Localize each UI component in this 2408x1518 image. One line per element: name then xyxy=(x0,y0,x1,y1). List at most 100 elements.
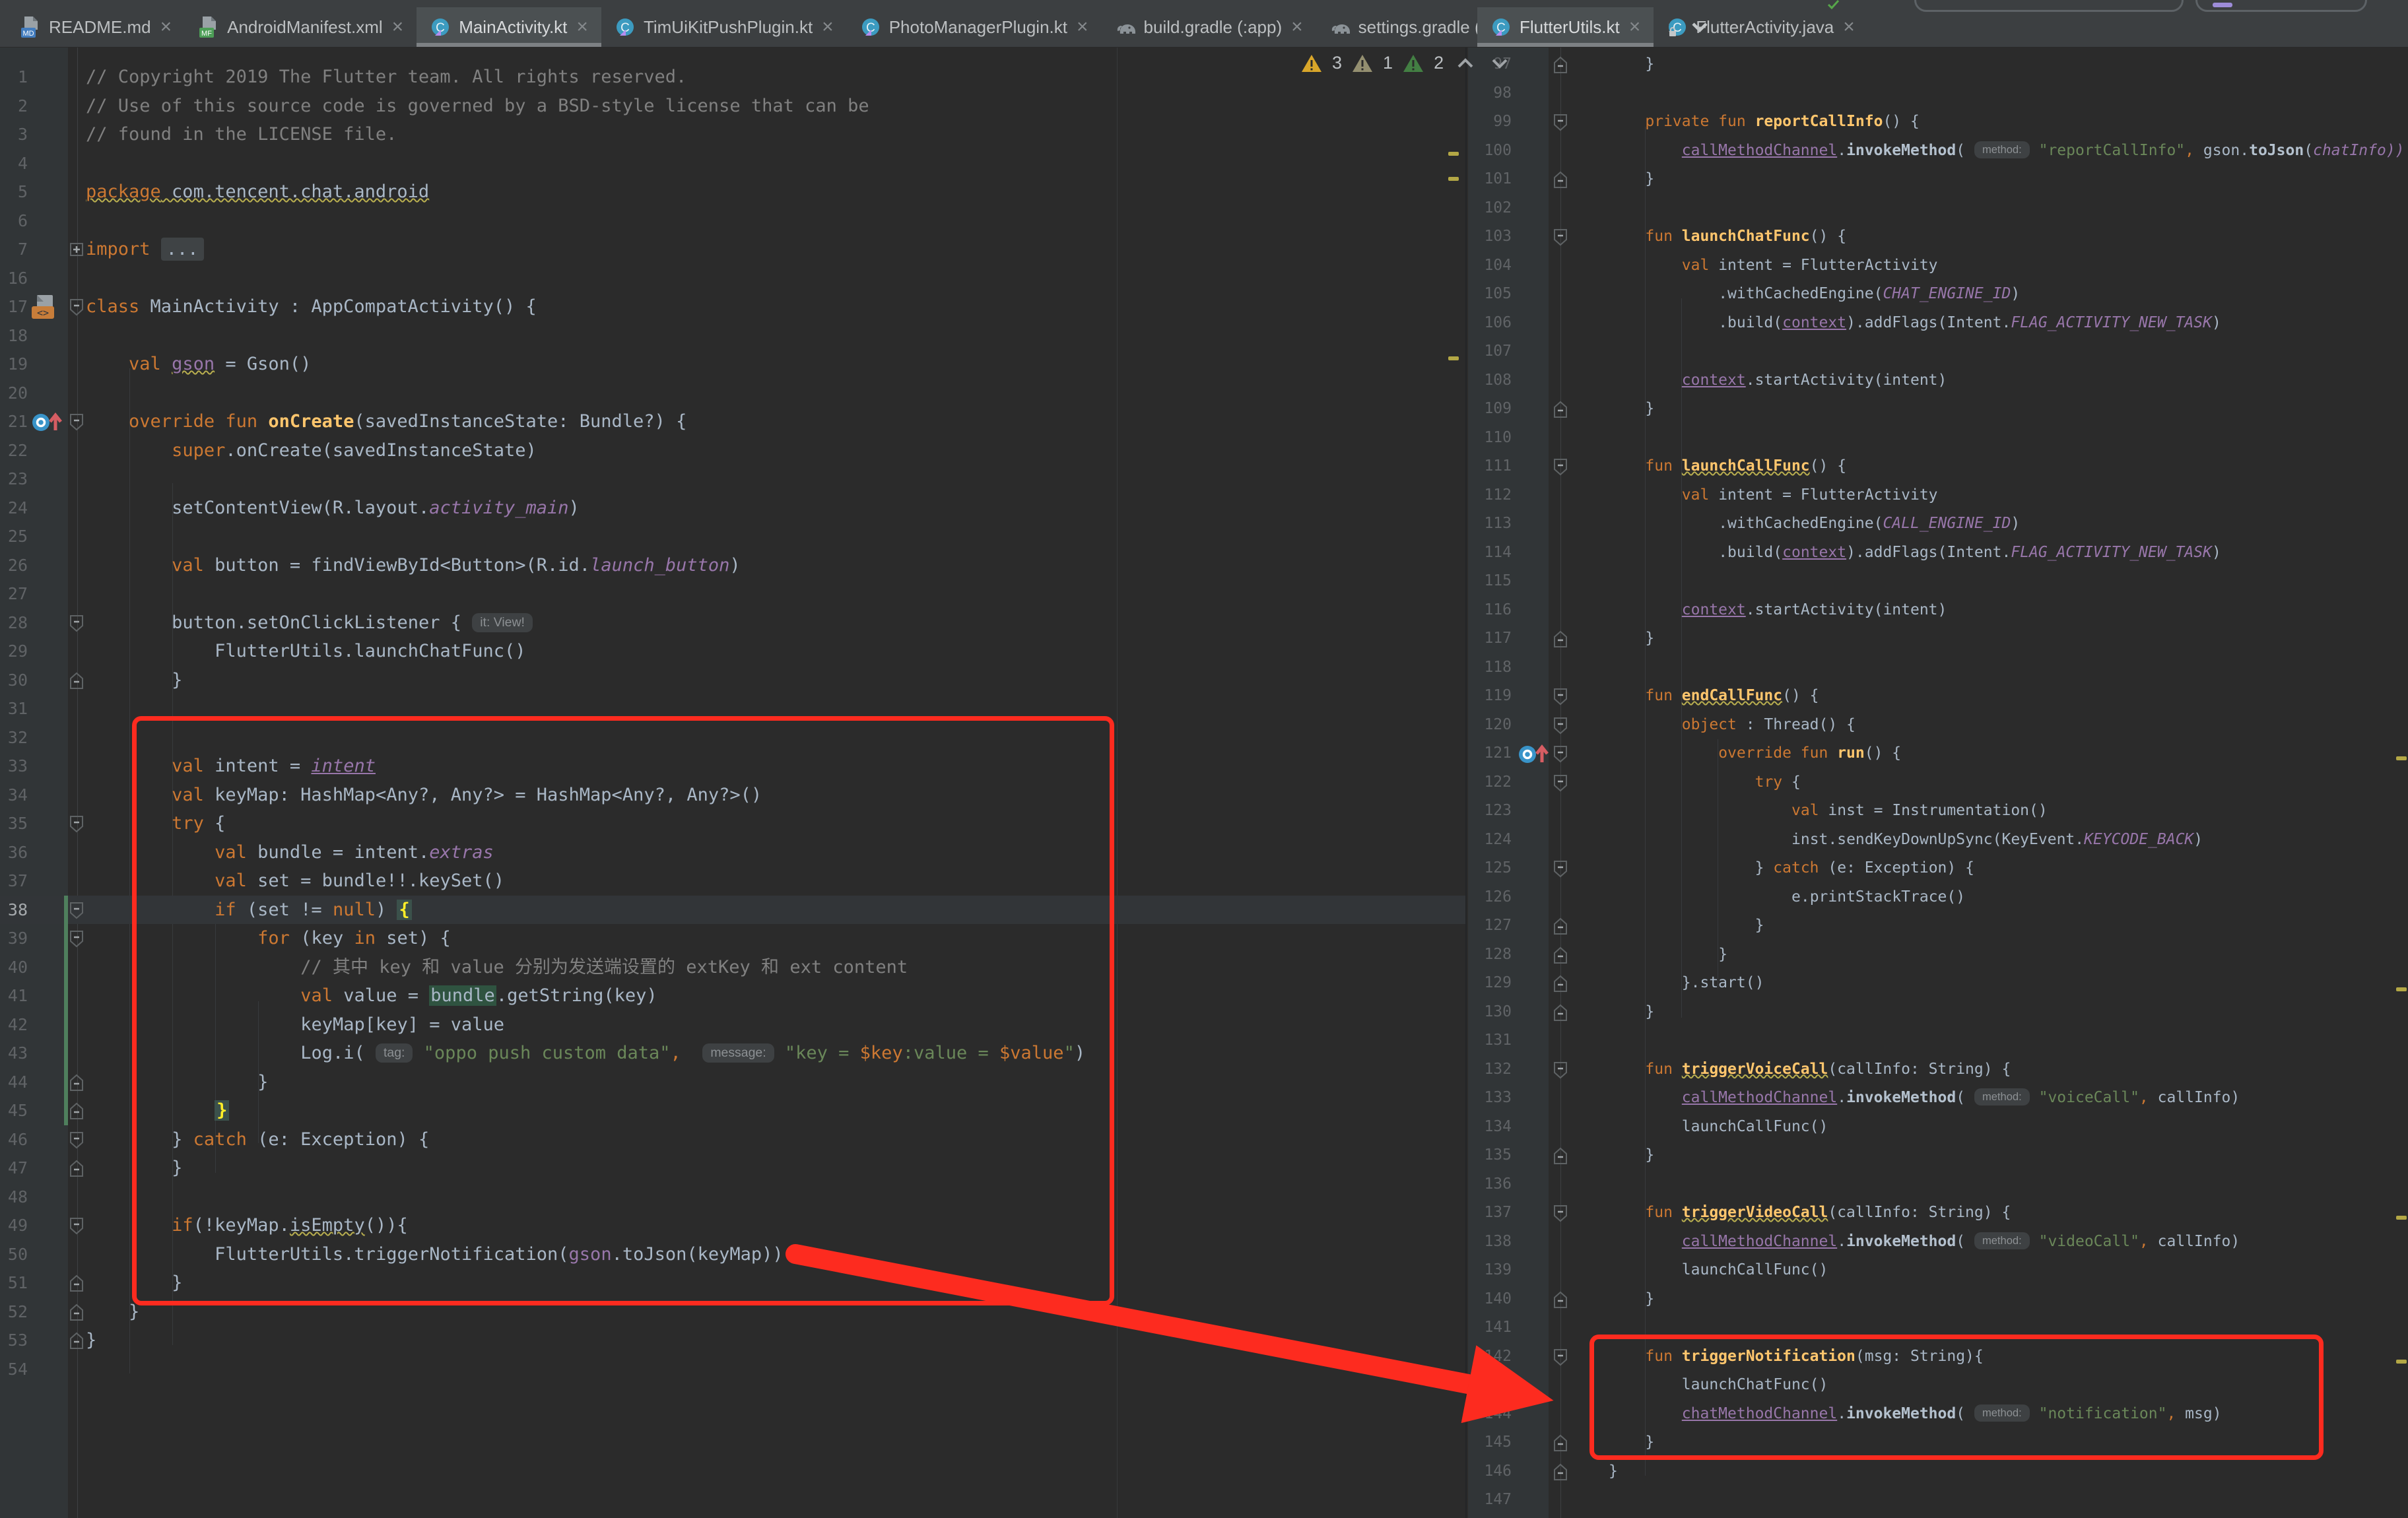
split-divider[interactable] xyxy=(1465,48,1467,1518)
line-number[interactable]: 131 xyxy=(1472,1026,1512,1055)
line-number[interactable]: 39 xyxy=(0,924,28,953)
scrollbar-warning-mark[interactable] xyxy=(1448,177,1459,181)
code-line-147[interactable]: 147 xyxy=(1467,1486,2408,1515)
line-number[interactable]: 103 xyxy=(1472,222,1512,251)
line-number[interactable]: 23 xyxy=(0,465,28,494)
line-number[interactable]: 143 xyxy=(1472,1371,1512,1400)
fold-marker-icon[interactable] xyxy=(1553,860,1568,881)
code-line-126[interactable]: 126e.printStackTrace() xyxy=(1467,883,2408,912)
line-number[interactable]: 52 xyxy=(0,1298,28,1327)
code-line-129[interactable]: 129}.start() xyxy=(1467,969,2408,998)
tab-close-icon[interactable]: × xyxy=(1629,17,1641,37)
line-number[interactable]: 138 xyxy=(1472,1228,1512,1257)
line-number[interactable]: 38 xyxy=(0,896,28,925)
line-number[interactable]: 133 xyxy=(1472,1084,1512,1113)
code-line-121[interactable]: 121override fun run() { xyxy=(1467,739,2408,768)
code-line-101[interactable]: 101} xyxy=(1467,165,2408,194)
code-line-19[interactable]: 19val gson = Gson() xyxy=(0,350,1467,379)
line-number[interactable]: 112 xyxy=(1472,481,1512,510)
fold-marker-icon[interactable] xyxy=(1553,946,1568,968)
line-number[interactable]: 110 xyxy=(1472,424,1512,453)
code-line-25[interactable]: 25 xyxy=(0,522,1467,551)
tab-close-icon[interactable]: × xyxy=(1077,17,1088,37)
fold-marker-icon[interactable] xyxy=(69,672,84,693)
fold-marker-icon[interactable] xyxy=(69,1160,84,1181)
tab-timuikitpushplugin-kt[interactable]: CTimUiKitPushPlugin.kt× xyxy=(601,7,847,47)
line-number[interactable]: 122 xyxy=(1472,768,1512,797)
inspections-widget[interactable]: 3 1 2 xyxy=(1300,53,1512,73)
tab-photomanagerplugin-kt[interactable]: CPhotoManagerPlugin.kt× xyxy=(847,7,1102,47)
scrollbar-warning-mark[interactable] xyxy=(1448,152,1459,156)
overriding-method-icon[interactable] xyxy=(30,409,63,440)
code-line-110[interactable]: 110 xyxy=(1467,424,2408,453)
line-number[interactable]: 29 xyxy=(0,637,28,666)
code-line-48[interactable]: 48 xyxy=(0,1183,1467,1212)
code-line-44[interactable]: 44} xyxy=(0,1068,1467,1097)
line-number[interactable]: 45 xyxy=(0,1096,28,1125)
line-number[interactable]: 21 xyxy=(0,407,28,436)
line-number[interactable]: 146 xyxy=(1472,1457,1512,1486)
code-line-134[interactable]: 134launchCallFunc() xyxy=(1467,1113,2408,1142)
code-line-50[interactable]: 50FlutterUtils.triggerNotification(gson.… xyxy=(0,1240,1467,1269)
fold-marker-icon[interactable] xyxy=(69,1102,84,1123)
toolbar-button-partial[interactable] xyxy=(1914,0,2184,12)
code-line-109[interactable]: 109} xyxy=(1467,395,2408,424)
fold-marker-icon[interactable] xyxy=(1553,401,1568,422)
tab-close-icon[interactable]: × xyxy=(1843,17,1855,37)
code-line-130[interactable]: 130} xyxy=(1467,998,2408,1027)
line-number[interactable]: 121 xyxy=(1472,739,1512,768)
code-line-54[interactable]: 54 xyxy=(0,1355,1467,1384)
line-number[interactable]: 145 xyxy=(1472,1428,1512,1457)
code-line-37[interactable]: 37val set = bundle!!.keySet() xyxy=(0,867,1467,896)
line-number[interactable]: 32 xyxy=(0,723,28,752)
fold-marker-icon[interactable] xyxy=(1553,1463,1568,1484)
tab-readme-md[interactable]: MDREADME.md× xyxy=(7,7,185,47)
line-number[interactable]: 36 xyxy=(0,838,28,867)
tab-flutterutils-kt[interactable]: CFlutterUtils.kt× xyxy=(1477,7,1654,47)
line-number[interactable]: 100 xyxy=(1472,137,1512,166)
code-line-137[interactable]: 137fun triggerVideoCall(callInfo: String… xyxy=(1467,1199,2408,1228)
fold-marker-icon[interactable] xyxy=(1553,171,1568,192)
line-number[interactable]: 7 xyxy=(0,235,28,264)
line-number[interactable]: 31 xyxy=(0,694,28,723)
code-line-116[interactable]: 116context.startActivity(intent) xyxy=(1467,596,2408,625)
fold-marker-icon[interactable] xyxy=(69,815,84,836)
code-line-97[interactable]: 97} xyxy=(1467,50,2408,79)
fold-marker-icon[interactable] xyxy=(69,1217,84,1238)
code-line-102[interactable]: 102 xyxy=(1467,194,2408,223)
code-line-139[interactable]: 139launchCallFunc() xyxy=(1467,1256,2408,1285)
android-activity-icon[interactable]: <> xyxy=(30,294,57,325)
fold-marker-icon[interactable] xyxy=(1553,917,1568,939)
scrollbar-warning-mark[interactable] xyxy=(2396,987,2407,991)
code-line-120[interactable]: 120object : Thread() { xyxy=(1467,711,2408,740)
code-line-143[interactable]: 143launchChatFunc() xyxy=(1467,1371,2408,1400)
code-line-125[interactable]: 125} catch (e: Exception) { xyxy=(1467,854,2408,883)
code-line-112[interactable]: 112val intent = FlutterActivity xyxy=(1467,481,2408,510)
code-line-38[interactable]: 38if (set != null) { xyxy=(0,896,1467,925)
prev-issue-chevron-icon[interactable] xyxy=(1453,55,1478,71)
line-number[interactable]: 16 xyxy=(0,264,28,293)
warning-count[interactable]: 3 xyxy=(1332,53,1342,73)
code-line-141[interactable]: 141 xyxy=(1467,1313,2408,1342)
code-line-111[interactable]: 111fun launchCallFunc() { xyxy=(1467,452,2408,481)
line-number[interactable]: 19 xyxy=(0,350,28,379)
code-line-4[interactable]: 4 xyxy=(0,149,1467,178)
line-number[interactable]: 132 xyxy=(1472,1055,1512,1084)
code-line-3[interactable]: 3// found in the LICENSE file. xyxy=(0,120,1467,149)
fold-marker-icon[interactable] xyxy=(69,298,84,319)
code-line-30[interactable]: 30} xyxy=(0,666,1467,695)
line-number[interactable]: 35 xyxy=(0,809,28,838)
line-number[interactable]: 116 xyxy=(1472,596,1512,625)
line-number[interactable]: 109 xyxy=(1472,395,1512,424)
code-line-6[interactable]: 6 xyxy=(0,207,1467,236)
line-number[interactable]: 28 xyxy=(0,609,28,638)
code-line-41[interactable]: 41val value = bundle.getString(key) xyxy=(0,981,1467,1010)
code-line-53[interactable]: 53} xyxy=(0,1326,1467,1355)
line-number[interactable]: 142 xyxy=(1472,1342,1512,1371)
tab-close-icon[interactable]: × xyxy=(576,17,588,37)
scrollbar-warning-mark[interactable] xyxy=(2396,1360,2407,1364)
code-line-43[interactable]: 43Log.i( tag: "oppo push custom data", m… xyxy=(0,1039,1467,1068)
tab-close-icon[interactable]: × xyxy=(1291,17,1303,37)
editor-pane-mainactivity[interactable]: 1// Copyright 2019 The Flutter team. All… xyxy=(0,48,1467,1518)
code-line-42[interactable]: 42keyMap[key] = value xyxy=(0,1010,1467,1040)
